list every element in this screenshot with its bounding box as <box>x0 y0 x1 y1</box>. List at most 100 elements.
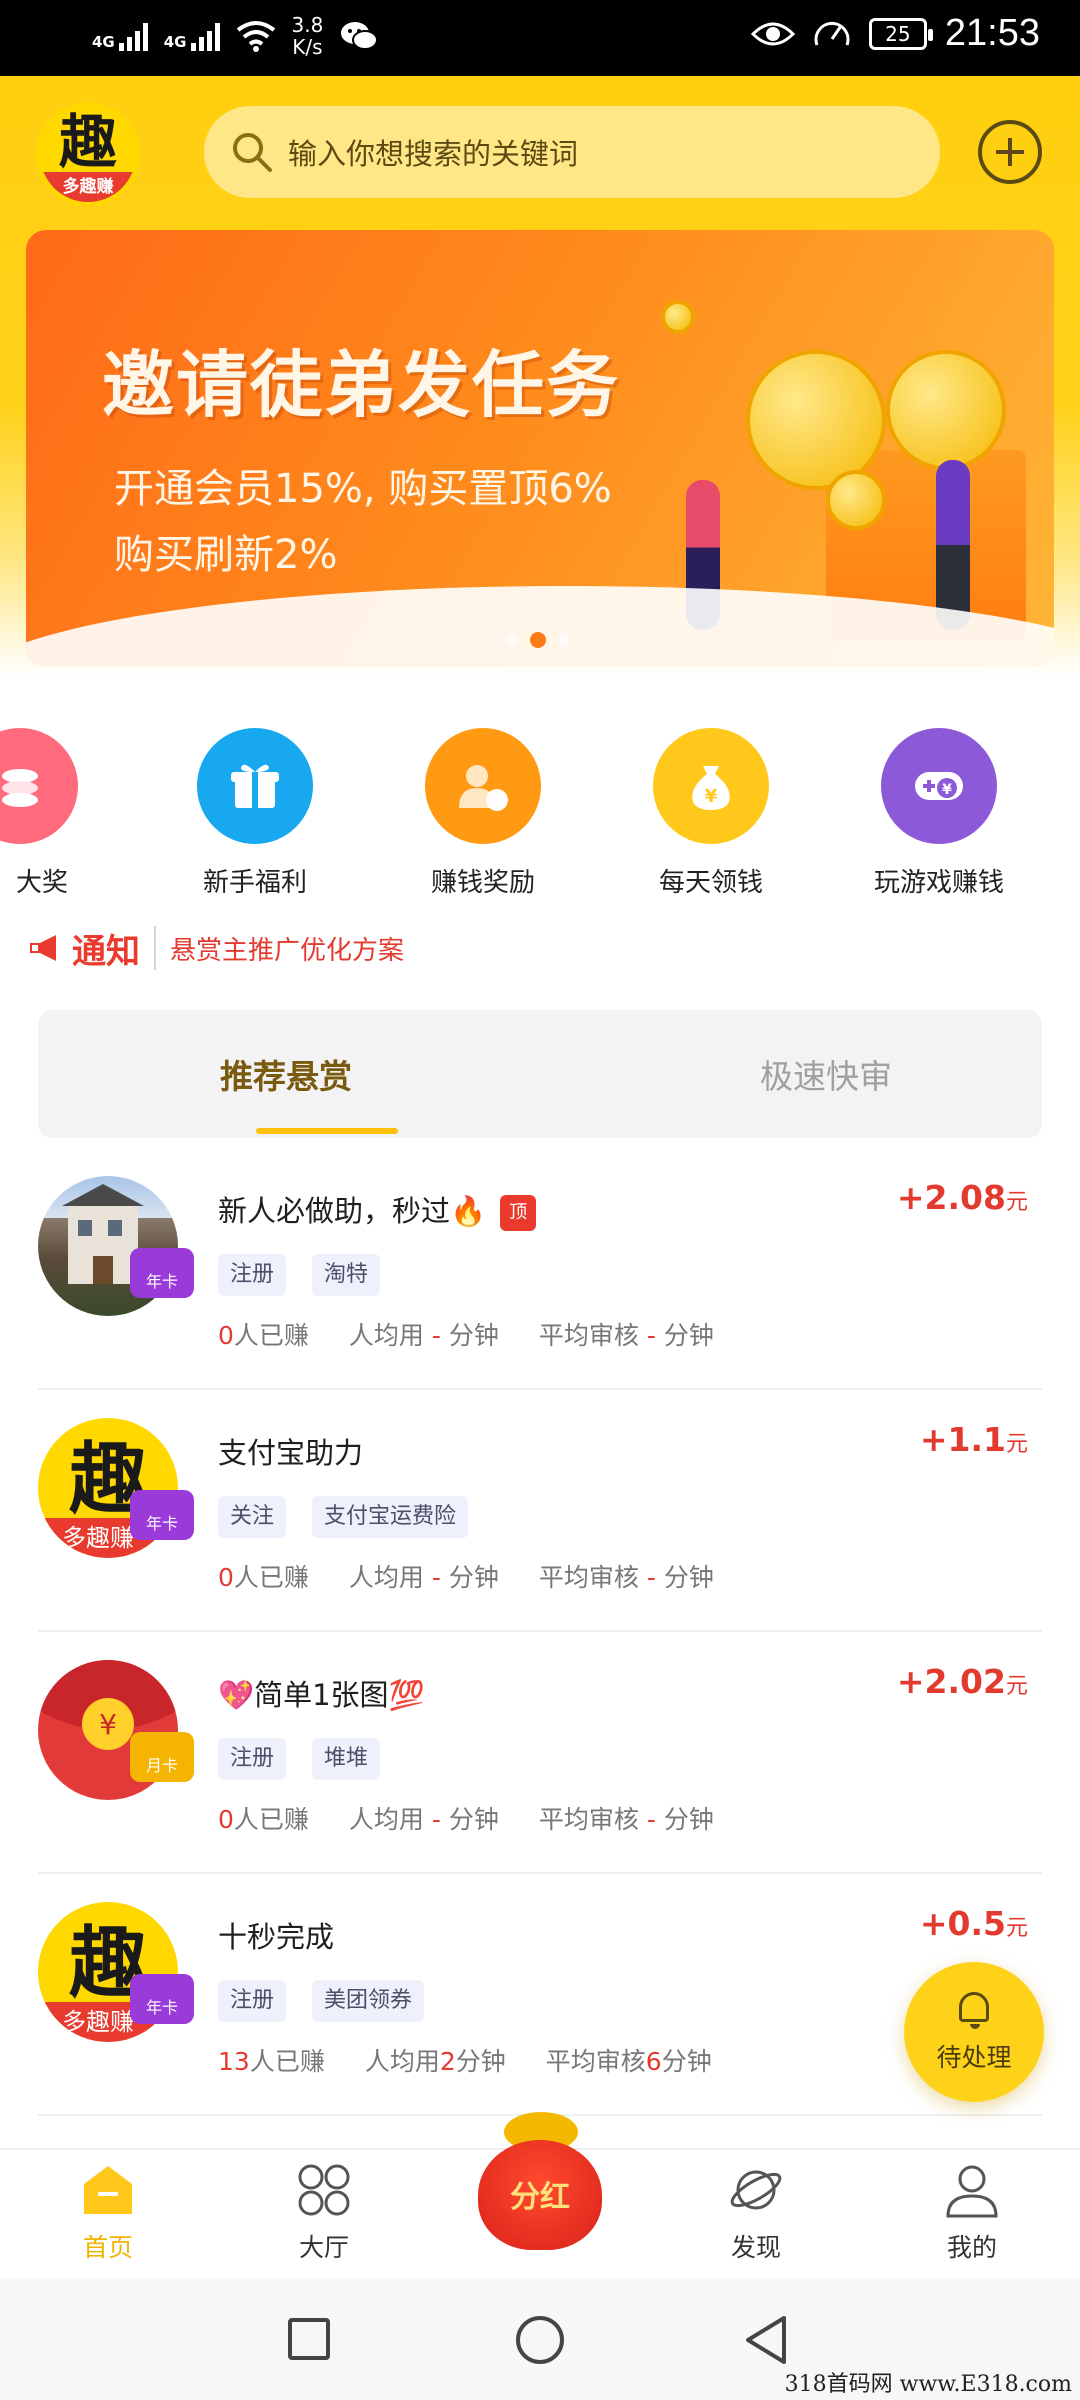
user-icon <box>944 2162 1000 2218</box>
coin-illustration <box>746 350 886 490</box>
average-time: 人均用2分钟 <box>364 2047 506 2076</box>
nav-home[interactable]: 首页 <box>38 2162 178 2264</box>
banner-title: 邀请徒弟发任务 <box>102 343 621 427</box>
promo-banner[interactable]: 邀请徒弟发任务 开通会员15%, 购买置顶6% 购买刷新2% <box>26 230 1054 666</box>
gift-icon <box>197 728 313 844</box>
speedometer-icon <box>814 21 850 46</box>
clock: 21:53 <box>944 12 1040 54</box>
shortcut-label: 每天领钱 <box>658 868 763 898</box>
megaphone-icon <box>30 935 56 961</box>
average-time: 人均用 - 分钟 <box>348 1321 499 1350</box>
grid-icon <box>296 2162 352 2218</box>
search-icon <box>233 133 272 172</box>
app-logo[interactable]: 趣 多趣赚 <box>36 102 140 206</box>
nav-label: 发现 <box>730 2233 781 2262</box>
task-tag: 注册 <box>218 1738 287 1780</box>
nav-discover[interactable]: 发现 <box>686 2162 826 2264</box>
task-row[interactable]: 年卡 新人必做助，秒过🔥 顶 注册 淘特 0人已赚 人均用 - 分钟 平均审核 -… <box>38 1148 1042 1390</box>
task-title: 十秒完成 <box>218 1920 335 1954</box>
dividend-button[interactable]: 分红 <box>468 2106 618 2256</box>
shortcut-label: 赚钱奖励 <box>430 868 535 898</box>
dividend-label: 分红 <box>510 2180 570 2215</box>
task-tags: 关注 支付宝运费险 <box>218 1496 469 1538</box>
banner-line-1: 开通会员15%, 购买置顶6% <box>114 466 612 512</box>
bell-icon <box>959 1992 989 2029</box>
cellular-signal-icon-2: 4G <box>164 21 220 51</box>
membership-badge: 年卡 <box>130 1490 194 1540</box>
search-placeholder: 输入你想搜索的关键词 <box>288 137 579 171</box>
shortcut-label: 大奖 <box>15 868 68 898</box>
task-reward: +0.5元 <box>919 1904 1028 1943</box>
task-stats: 0人已赚 人均用 - 分钟 平均审核 - 分钟 <box>218 1558 714 1594</box>
shortcut-label: 玩游戏赚钱 <box>873 868 1004 898</box>
earned-count: 0人已赚 <box>218 1563 309 1592</box>
wechat-icon <box>341 22 379 50</box>
watermark: 318首码网 www.E318.com <box>784 2372 1072 2397</box>
notice-tag: 通知 <box>26 924 140 973</box>
task-stats: 0人已赚 人均用 - 分钟 平均审核 - 分钟 <box>218 1316 714 1352</box>
earned-count: 13人已赚 <box>218 2047 325 2076</box>
nav-mine[interactable]: 我的 <box>902 2162 1042 2264</box>
nav-label: 我的 <box>946 2233 997 2262</box>
nav-label: 首页 <box>82 2233 133 2262</box>
pending-button[interactable]: 待处理 <box>904 1962 1044 2102</box>
svg-text:多趣赚: 多趣赚 <box>62 1524 134 1552</box>
network-speed: 3.8 K/s <box>291 13 324 59</box>
task-row[interactable]: ¥ 月卡 💖简单1张图💯 注册 堆堆 0人已赚 人均用 - 分钟 平均审核 - … <box>38 1632 1042 1874</box>
logo-text: 多趣赚 <box>40 172 136 202</box>
home-icon <box>80 2162 136 2218</box>
average-time: 人均用 - 分钟 <box>348 1563 499 1592</box>
divider <box>154 926 156 970</box>
task-tags: 注册 美团领券 <box>218 1980 425 2022</box>
tab-fast-review[interactable]: 极速快审 <box>760 1050 892 1098</box>
task-tag: 注册 <box>218 1980 287 2022</box>
shortcut-grand-prize[interactable]: 大奖 <box>0 728 120 899</box>
battery-indicator: 25 <box>868 17 933 50</box>
shortcut-daily-money[interactable]: ¥ 每天领钱 <box>611 728 811 899</box>
banner-pagination <box>506 632 570 648</box>
task-row[interactable]: 趣多趣赚 年卡 十秒完成 注册 美团领券 13人已赚 人均用2分钟 平均审核6分… <box>38 1874 1042 2116</box>
banner-line-2: 购买刷新2% <box>114 532 338 578</box>
svg-text:¥: ¥ <box>942 782 952 798</box>
notice-bar[interactable]: 通知 悬赏主推广优化方案 <box>26 920 404 976</box>
task-stats: 13人已赚 人均用2分钟 平均审核6分钟 <box>218 2042 712 2078</box>
membership-badge: 月卡 <box>130 1732 194 1782</box>
task-tag: 美团领券 <box>312 1980 425 2022</box>
svg-text:¥: ¥ <box>705 786 718 807</box>
money-bag-user-icon <box>425 728 541 844</box>
average-review: 平均审核6分钟 <box>545 2047 712 2076</box>
home-button-icon[interactable] <box>516 2316 564 2364</box>
task-reward: +2.02元 <box>896 1662 1028 1701</box>
nav-hall[interactable]: 大厅 <box>254 2162 394 2264</box>
task-tag: 支付宝运费险 <box>312 1496 469 1538</box>
coin-illustration <box>886 350 1006 470</box>
task-tag: 堆堆 <box>312 1738 381 1780</box>
recent-apps-icon[interactable] <box>288 2318 330 2360</box>
svg-text:¥: ¥ <box>99 1708 117 1741</box>
nav-label: 大厅 <box>298 2233 349 2262</box>
task-row[interactable]: 趣多趣赚 年卡 支付宝助力 关注 支付宝运费险 0人已赚 人均用 - 分钟 平均… <box>38 1390 1042 1632</box>
task-tag: 淘特 <box>312 1254 381 1296</box>
planet-icon <box>728 2162 784 2218</box>
add-icon[interactable] <box>978 120 1042 184</box>
network-type-1: 4G <box>92 33 115 51</box>
cellular-signal-icon: 4G <box>92 21 148 51</box>
money-bag-icon: ¥ <box>653 728 769 844</box>
eye-comfort-icon <box>750 22 795 45</box>
task-stats: 0人已赚 人均用 - 分钟 平均审核 - 分钟 <box>218 1800 714 1836</box>
shortcut-newbie-benefits[interactable]: 新手福利 <box>155 728 355 899</box>
task-tags: 注册 淘特 <box>218 1254 381 1296</box>
tab-recommended[interactable]: 推荐悬赏 <box>220 1050 352 1098</box>
membership-badge: 年卡 <box>130 1974 194 2024</box>
person-illustration <box>936 460 970 630</box>
search-bar[interactable]: 输入你想搜索的关键词 <box>204 106 940 198</box>
shortcut-earning-rewards[interactable]: 赚钱奖励 <box>383 728 583 899</box>
wifi-icon <box>236 21 275 52</box>
task-reward: +1.1元 <box>919 1420 1028 1459</box>
membership-badge: 年卡 <box>130 1248 194 1298</box>
back-icon[interactable] <box>742 2314 790 2366</box>
shortcut-play-games[interactable]: ¥ 玩游戏赚钱 <box>839 728 1039 899</box>
task-title: 💖简单1张图💯 <box>218 1678 425 1712</box>
status-bar: 4G 4G 3.8 K/s 25 21:53 <box>0 0 1080 76</box>
task-tabs: 推荐悬赏 极速快审 <box>38 1010 1042 1138</box>
